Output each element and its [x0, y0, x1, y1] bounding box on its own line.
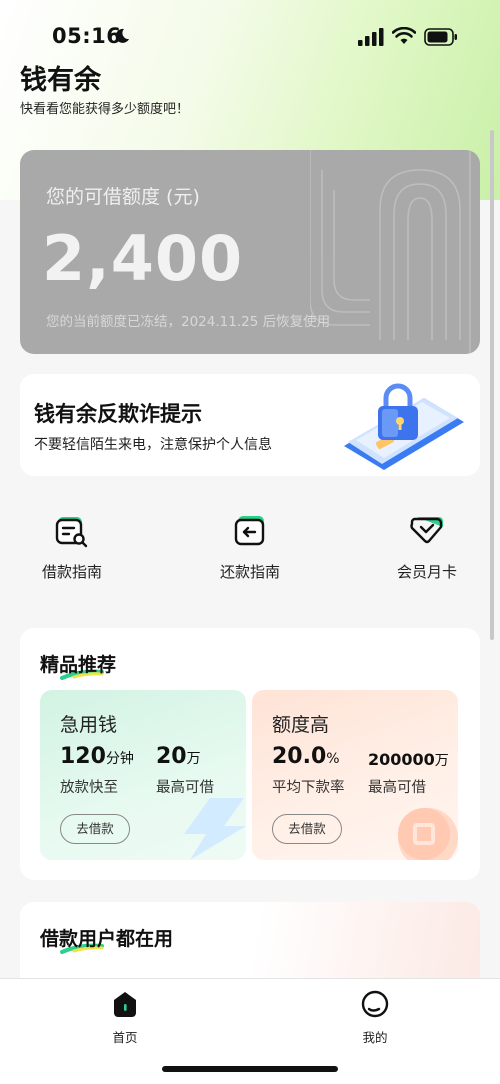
membership-card-icon [410, 517, 443, 544]
product-caption: 最高可借 [368, 780, 426, 796]
profile-icon [361, 990, 389, 1018]
product-name: 急用钱 [60, 714, 118, 736]
product-value-max: 20万 [156, 744, 201, 769]
product-name: 额度高 [272, 714, 330, 736]
wifi-icon [392, 27, 416, 44]
quick-actions: 借款指南 还款指南 会员月卡 [0, 505, 500, 595]
recommend-section: 精品推荐 急用钱 120分钟 20万 放款快至 最高可借 去借款 额度高 20.… [20, 628, 480, 880]
status-time: 05:16 [52, 24, 122, 48]
quick-action-label: 会员月卡 [396, 563, 457, 581]
quick-action-membership-card[interactable]: 会员月卡 [372, 505, 482, 582]
credit-limit-card[interactable]: 您的可借额度 (元) 2,400 您的当前额度已冻结，2024.11.25 后恢… [20, 150, 480, 354]
recommend-title: 精品推荐 [40, 654, 117, 676]
product-caption: 放款快至 [60, 780, 118, 796]
product-caption: 最高可借 [156, 780, 214, 796]
phone-lock-illustration-icon [344, 383, 464, 470]
borrow-button[interactable]: 去借款 [272, 814, 342, 844]
loan-guide-icon [55, 517, 88, 548]
tab-mine[interactable]: 我的 [335, 989, 415, 1046]
quick-action-loan-guide[interactable]: 借款指南 [17, 505, 127, 582]
cellular-signal-icon [358, 28, 384, 46]
coin-icon [398, 808, 458, 860]
quick-action-label: 还款指南 [219, 563, 280, 581]
product-card-urgent[interactable]: 急用钱 120分钟 20万 放款快至 最高可借 去借款 [40, 690, 246, 860]
credit-limit-amount: 2,400 [42, 222, 244, 295]
product-value-max: 200000万 [368, 750, 449, 769]
moon-icon [115, 28, 129, 43]
product-value-speed: 120分钟 [60, 744, 134, 769]
tab-mine-label: 我的 [362, 1030, 388, 1045]
tab-home[interactable]: 首页 [85, 989, 165, 1046]
anti-fraud-subtitle: 不要轻信陌生来电，注意保护个人信息 [34, 437, 272, 453]
quick-action-repay-guide[interactable]: 还款指南 [195, 505, 305, 582]
popular-section-title: 借款用户都在用 [40, 928, 174, 950]
home-indicator[interactable] [162, 1066, 338, 1072]
anti-fraud-title: 钱有余反欺诈提示 [34, 402, 202, 426]
quick-action-label: 借款指南 [41, 563, 102, 581]
credit-frozen-notice: 您的当前额度已冻结，2024.11.25 后恢复使用 [46, 314, 331, 330]
tab-home-label: 首页 [112, 1030, 138, 1045]
lightning-icon [184, 798, 246, 860]
home-icon [114, 992, 136, 1017]
repay-guide-icon [234, 516, 265, 546]
borrow-button[interactable]: 去借款 [60, 814, 130, 844]
product-caption: 平均下款率 [272, 780, 345, 796]
product-value-rate: 20.0% [272, 744, 340, 769]
card-pattern-decoration [310, 150, 471, 354]
credit-limit-label: 您的可借额度 (元) [46, 186, 200, 208]
app-title: 钱有余 [20, 65, 101, 96]
app-subtitle: 快看看您能获得多少额度吧！ [20, 102, 190, 117]
battery-icon [424, 28, 457, 46]
product-card-high-limit[interactable]: 额度高 20.0% 200000万 平均下款率 最高可借 去借款 [252, 690, 458, 860]
anti-fraud-banner[interactable]: 钱有余反欺诈提示 不要轻信陌生来电，注意保护个人信息 [20, 374, 480, 476]
